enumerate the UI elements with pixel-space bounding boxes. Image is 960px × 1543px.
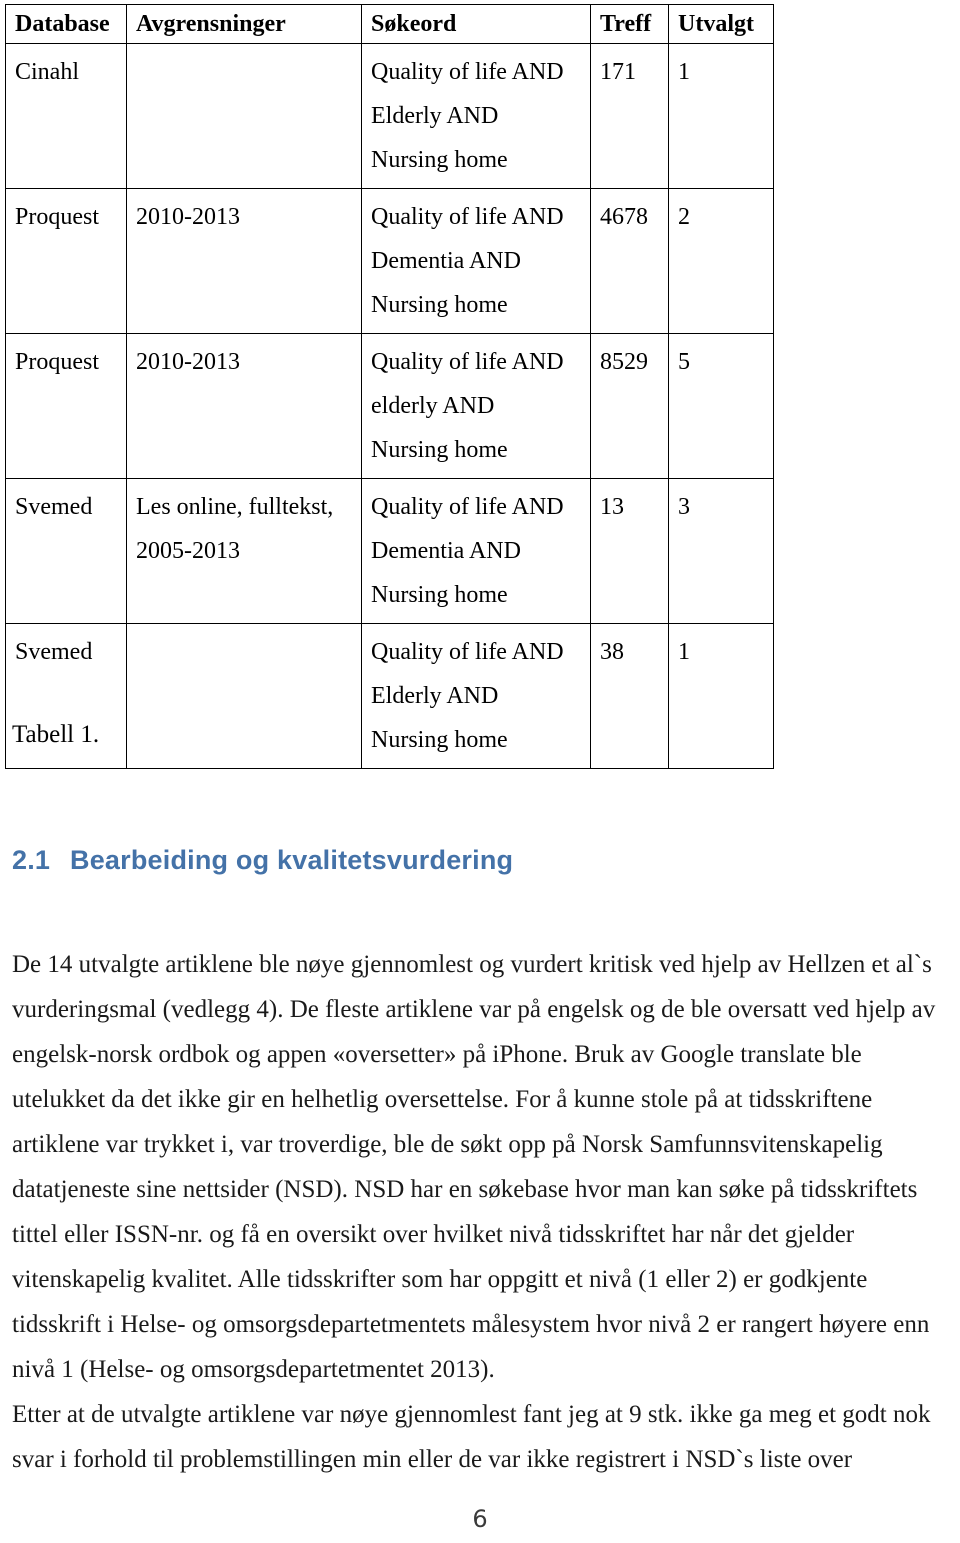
paragraph-text: Etter at de utvalgte artiklene var nøye …	[12, 1392, 948, 1482]
paragraph-line: artiklene var trykket i, var troverdige,…	[12, 1131, 883, 1158]
avgrensninger-line-1: 2010-2013	[136, 349, 240, 375]
paragraph-line: tittel eller ISSN-nr. og få en oversikt …	[12, 1221, 855, 1248]
sokeord-line-1: Quality of life AND	[371, 349, 564, 375]
sokeord-line-3: Nursing home	[371, 437, 508, 463]
sokeord-line-2: elderly AND	[371, 393, 495, 419]
cell-database: Proquest	[5, 333, 127, 479]
cell-sokeord: Quality of life AND elderly AND Nursing …	[361, 333, 591, 479]
paragraph-line: nivå 1 (Helse- og omsorgsdepartetmentet …	[12, 1356, 495, 1383]
table-header-row: Database Avgrensninger Søkeord Treff Utv…	[5, 4, 774, 44]
cell-utvalgt: 1	[668, 43, 774, 189]
cell-avgrensninger	[126, 623, 362, 769]
literature-search-table: Database Avgrensninger Søkeord Treff Utv…	[5, 4, 774, 769]
sokeord-line-1: Quality of life AND	[371, 494, 564, 520]
cell-treff: 13	[590, 478, 669, 624]
sokeord-line-1: Quality of life AND	[371, 204, 564, 230]
section-title: Bearbeiding og kvalitetsvurdering	[70, 845, 514, 875]
sokeord-line-3: Nursing home	[371, 727, 508, 753]
cell-treff: 38	[590, 623, 669, 769]
avgrensninger-line-1: Les online, fulltekst,	[136, 494, 334, 520]
paragraph-line: vitenskapelig kvalitet. Alle tidsskrifte…	[12, 1266, 868, 1293]
avgrensninger-line-1: 2010-2013	[136, 204, 240, 230]
column-header-utvalgt: Utvalgt	[668, 4, 774, 44]
paragraph-line: De 14 utvalgte artiklene ble nøye gjenno…	[12, 951, 932, 978]
section-number: 2.1	[12, 845, 51, 875]
paragraph-line: datatjeneste sine nettsider (NSD). NSD h…	[12, 1176, 918, 1203]
cell-avgrensninger	[126, 43, 362, 189]
paragraph-processing-quality: De 14 utvalgte artiklene ble nøye gjenno…	[12, 942, 948, 1392]
sokeord-line-1: Quality of life AND	[371, 59, 564, 85]
sokeord-line-2: Elderly AND	[371, 683, 499, 709]
cell-database: Proquest	[5, 188, 127, 334]
paragraph-line: utelukket da det ikke gir en helhetlig o…	[12, 1086, 873, 1113]
sokeord-line-3: Nursing home	[371, 147, 508, 173]
cell-sokeord: Quality of life AND Dementia AND Nursing…	[361, 188, 591, 334]
column-header-avgrensninger: Avgrensninger	[126, 4, 362, 44]
sokeord-line-2: Dementia AND	[371, 538, 521, 564]
cell-avgrensninger: Les online, fulltekst, 2005-2013	[126, 478, 362, 624]
paragraph-text: De 14 utvalgte artiklene ble nøye gjenno…	[12, 942, 948, 1392]
paragraph-article-review: Etter at de utvalgte artiklene var nøye …	[12, 1392, 948, 1482]
cell-utvalgt: 5	[668, 333, 774, 479]
sokeord-line-2: Elderly AND	[371, 103, 499, 129]
paragraph-line: tidsskrift i Helse- og omsorgsdepartetme…	[12, 1311, 930, 1338]
cell-database: Svemed	[5, 478, 127, 624]
cell-utvalgt: 2	[668, 188, 774, 334]
paragraph-line: Etter at de utvalgte artiklene var nøye …	[12, 1401, 931, 1428]
cell-avgrensninger: 2010-2013	[126, 333, 362, 479]
sokeord-line-1: Quality of life AND	[371, 639, 564, 665]
paragraph-line: svar i forhold til problemstillingen min…	[12, 1446, 853, 1473]
paragraph-line: engelsk-norsk ordbok og appen «oversette…	[12, 1041, 862, 1068]
table-row: Proquest 2010-2013 Quality of life AND e…	[5, 333, 774, 479]
page-number: 6	[472, 1505, 488, 1533]
cell-sokeord: Quality of life AND Elderly AND Nursing …	[361, 43, 591, 189]
sokeord-line-2: Dementia AND	[371, 248, 521, 274]
column-header-treff: Treff	[590, 4, 669, 44]
table-row: Svemed Les online, fulltekst, 2005-2013 …	[5, 478, 774, 624]
table-caption: Tabell 1.	[12, 721, 100, 748]
document-page: Database Avgrensninger Søkeord Treff Utv…	[0, 0, 960, 1543]
column-header-sokeord: Søkeord	[361, 4, 591, 44]
cell-treff: 171	[590, 43, 669, 189]
column-header-database: Database	[5, 4, 127, 44]
sokeord-line-3: Nursing home	[371, 292, 508, 318]
sokeord-line-3: Nursing home	[371, 582, 508, 608]
cell-treff: 8529	[590, 333, 669, 479]
table-row: Cinahl Quality of life AND Elderly AND N…	[5, 43, 774, 189]
cell-sokeord: Quality of life AND Elderly AND Nursing …	[361, 623, 591, 769]
cell-utvalgt: 3	[668, 478, 774, 624]
table-row: Proquest 2010-2013 Quality of life AND D…	[5, 188, 774, 334]
avgrensninger-line-2: 2005-2013	[136, 538, 240, 564]
cell-database: Cinahl	[5, 43, 127, 189]
paragraph-line: vurderingsmal (vedlegg 4). De fleste art…	[12, 996, 936, 1023]
table-row: Svemed Quality of life AND Elderly AND N…	[5, 623, 774, 769]
cell-avgrensninger: 2010-2013	[126, 188, 362, 334]
cell-sokeord: Quality of life AND Dementia AND Nursing…	[361, 478, 591, 624]
cell-treff: 4678	[590, 188, 669, 334]
section-heading: 2.1 Bearbeiding og kvalitetsvurdering	[12, 845, 513, 876]
cell-utvalgt: 1	[668, 623, 774, 769]
